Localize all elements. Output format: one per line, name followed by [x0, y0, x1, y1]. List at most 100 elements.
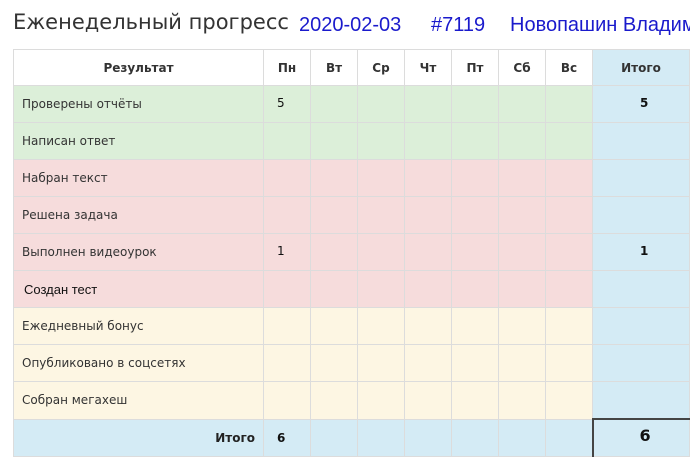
page-title: Еженедельный прогресс [13, 10, 289, 34]
table-header-row: Результат Пн Вт Ср Чт Пт Сб Вс Итого [13, 49, 690, 86]
column-header-day: Ср [357, 49, 405, 86]
day-cell [545, 381, 593, 420]
day-cell [498, 233, 546, 271]
day-cell [545, 270, 593, 308]
day-cell [357, 159, 405, 197]
day-cell [545, 122, 593, 160]
row-total-cell [592, 122, 690, 160]
day-cell [404, 233, 452, 271]
day-cell [451, 196, 499, 234]
page-header: Еженедельный прогресс 2020-02-03 #7119 Н… [0, 0, 690, 48]
table-row: Написан ответ [13, 122, 690, 160]
row-label: Ежедневный бонус [13, 307, 264, 345]
day-cell [357, 381, 405, 420]
day-cell [357, 307, 405, 345]
table-row: Выполнен видеоурок 1 1 [13, 233, 690, 271]
day-cell [545, 159, 593, 197]
day-cell [310, 85, 358, 123]
day-cell [404, 344, 452, 382]
day-cell [404, 307, 452, 345]
day-cell [404, 159, 452, 197]
column-header-result: Результат [13, 49, 264, 86]
day-cell [263, 122, 311, 160]
day-cell [310, 270, 358, 308]
sum-day-cell [451, 418, 499, 457]
table-row: Проверены отчёты 5 5 [13, 85, 690, 123]
user-name-link[interactable]: Новопашин Владим [510, 14, 690, 37]
day-cell [310, 233, 358, 271]
grand-total-cell: 6 [591, 418, 690, 457]
column-header-day: Вт [310, 49, 358, 86]
day-value: 1 [277, 244, 285, 258]
day-cell [310, 307, 358, 345]
day-cell [498, 307, 546, 345]
day-cell [545, 307, 593, 345]
day-cell [310, 159, 358, 197]
day-cell [404, 122, 452, 160]
day-cell [404, 85, 452, 123]
column-header-day: Пт [451, 49, 499, 86]
column-header-day: Пн [263, 49, 311, 86]
day-cell [310, 381, 358, 420]
day-cell [357, 233, 405, 271]
grand-total-value: 6 [639, 426, 651, 445]
table-row: Опубликовано в соцсетях [13, 344, 690, 382]
sum-day-cell [310, 418, 358, 457]
day-cell [498, 85, 546, 123]
row-label: Собран мегахеш [13, 381, 264, 420]
row-total-value: 1 [640, 244, 649, 258]
day-cell [310, 344, 358, 382]
sum-day-cell [498, 418, 546, 457]
row-label: Создан тест [13, 270, 264, 308]
day-cell [357, 196, 405, 234]
day-cell: 5 [263, 85, 311, 123]
row-total-cell [592, 307, 690, 345]
day-cell [498, 270, 546, 308]
day-cell [263, 307, 311, 345]
day-cell [545, 85, 593, 123]
day-cell [357, 122, 405, 160]
week-date-link[interactable]: 2020-02-03 [299, 14, 401, 37]
day-cell [545, 196, 593, 234]
sum-day-cell [357, 418, 405, 457]
day-cell [451, 122, 499, 160]
column-header-day: Вс [545, 49, 593, 86]
row-label: Выполнен видеоурок [13, 233, 264, 271]
row-label: Написан ответ [13, 122, 264, 160]
row-total-cell [592, 270, 690, 308]
table-row: Набран текст [13, 159, 690, 197]
table-row: Решена задача [13, 196, 690, 234]
row-total-cell: 5 [592, 85, 690, 123]
day-cell [310, 196, 358, 234]
day-cell [451, 307, 499, 345]
day-cell [357, 344, 405, 382]
column-header-day: Сб [498, 49, 546, 86]
day-cell [263, 196, 311, 234]
day-cell [498, 344, 546, 382]
table-row: Собран мегахеш [13, 381, 690, 420]
column-header-day: Чт [404, 49, 452, 86]
row-label: Опубликовано в соцсетях [13, 344, 264, 382]
row-label: Набран текст [13, 159, 264, 197]
sum-day-cell [545, 418, 593, 457]
day-cell [498, 196, 546, 234]
day-cell [451, 85, 499, 123]
day-cell [451, 344, 499, 382]
sum-label: Итого [13, 418, 264, 457]
day-cell [263, 159, 311, 197]
sum-day-cell [404, 418, 452, 457]
row-total-cell: 1 [592, 233, 690, 271]
row-total-cell [592, 344, 690, 382]
sum-row: Итого 6 6 [13, 418, 690, 457]
table-row: Создан тест [13, 270, 690, 308]
user-id-link[interactable]: #7119 [431, 14, 485, 37]
row-label: Решена задача [13, 196, 264, 234]
row-total-value: 5 [640, 96, 649, 110]
day-cell [310, 122, 358, 160]
table-row: Ежедневный бонус [13, 307, 690, 345]
day-cell [498, 159, 546, 197]
day-cell [263, 381, 311, 420]
row-total-cell [592, 196, 690, 234]
day-cell [498, 381, 546, 420]
row-total-cell [592, 159, 690, 197]
